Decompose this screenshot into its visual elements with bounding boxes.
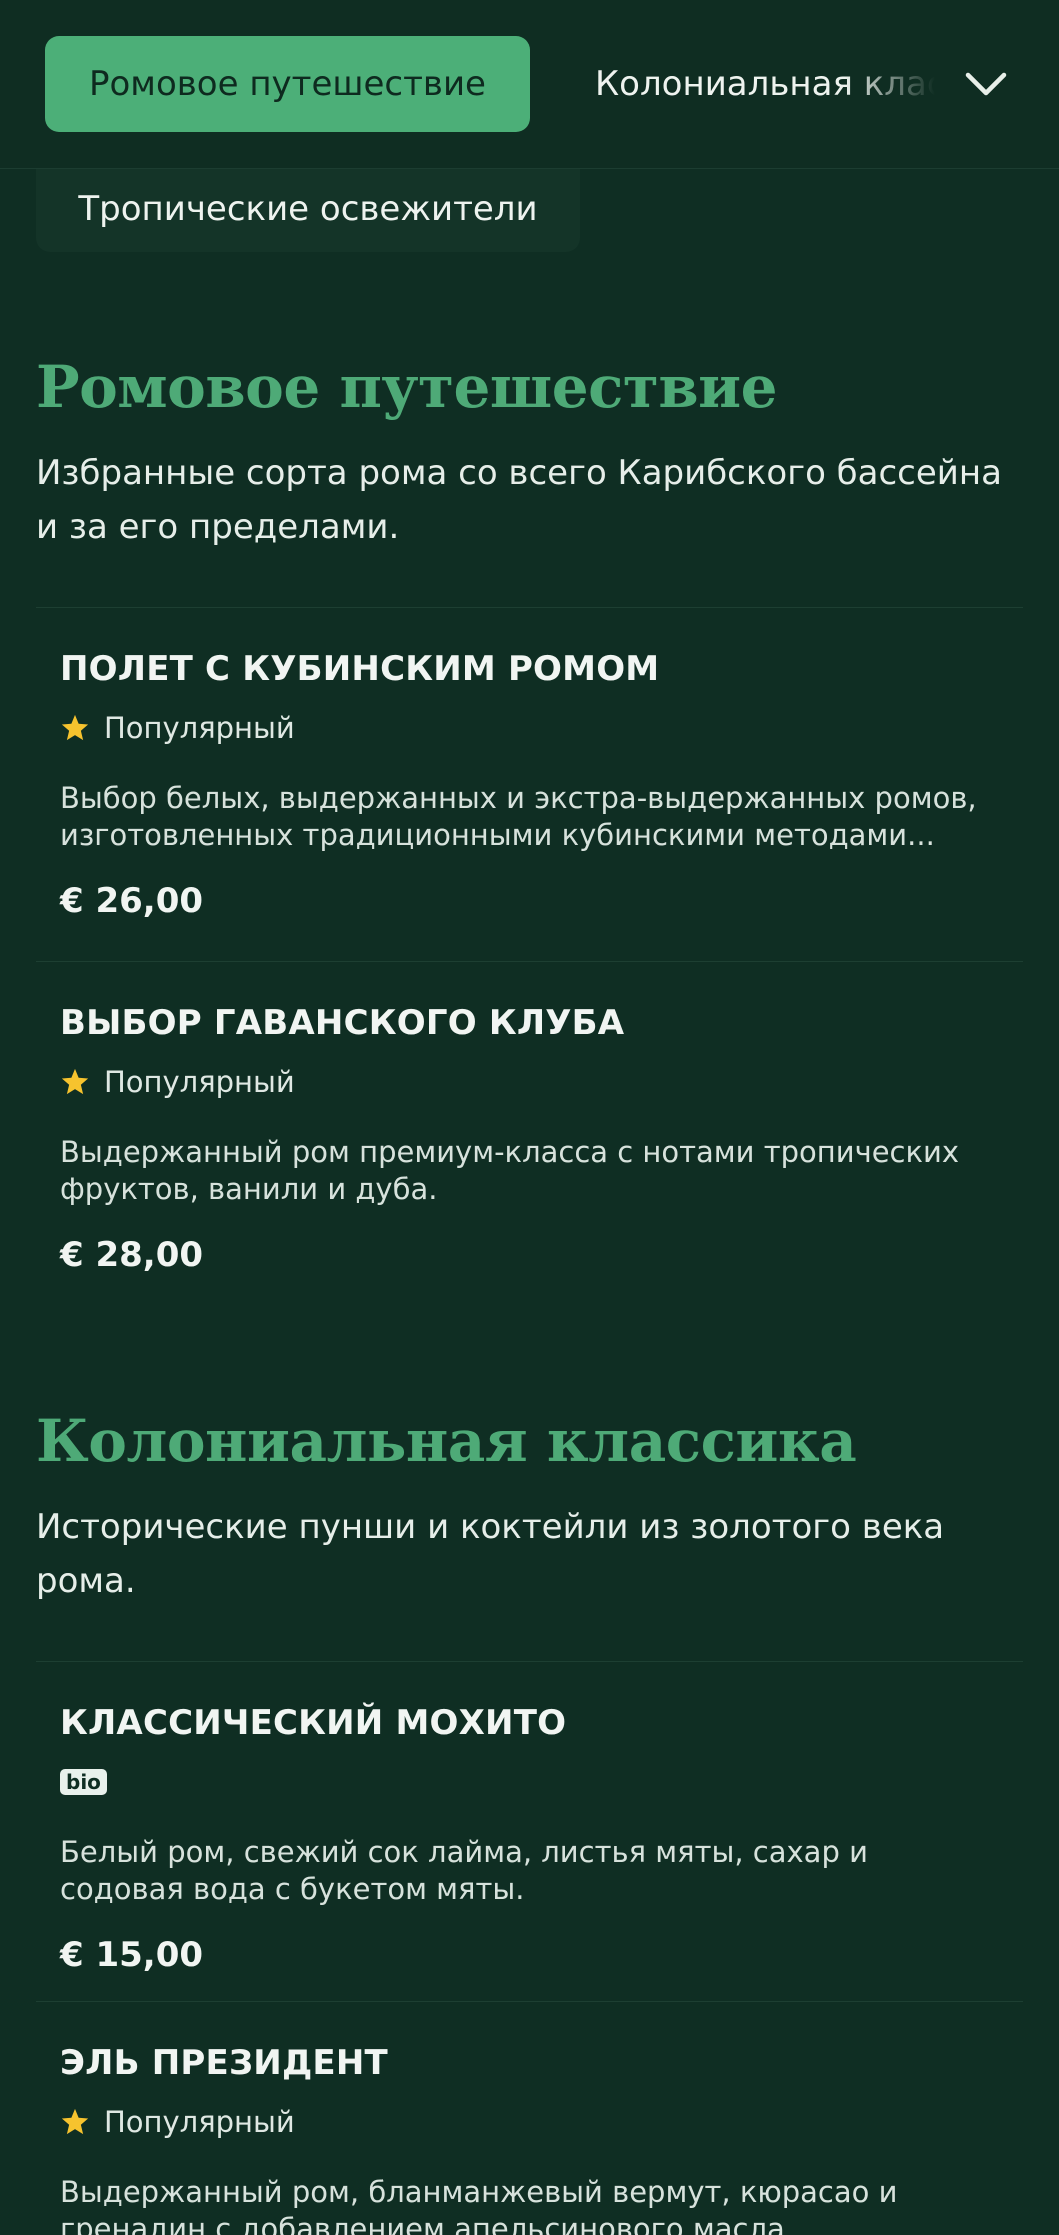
star-icon bbox=[61, 2108, 89, 2134]
chevron-down-icon[interactable] bbox=[960, 58, 1012, 110]
category-tab-label: Ромовое путешествие bbox=[89, 64, 486, 104]
menu-item[interactable]: КЛАССИЧЕСКИЙ МОХИТО bio Белый ром, свежи… bbox=[36, 1660, 1023, 2001]
popular-badge: Популярный bbox=[60, 2102, 999, 2142]
item-price: € 28,00 bbox=[60, 1234, 204, 1275]
item-price: € 26,00 bbox=[60, 880, 204, 921]
item-name: ВЫБОР ГАВАНСКОГО КЛУБА bbox=[60, 1002, 625, 1043]
menu-item[interactable]: ЭЛЬ ПРЕЗИДЕНТ Популярный Выдержанный ром… bbox=[36, 2000, 1023, 2235]
badge-label: Популярный bbox=[104, 2104, 295, 2139]
popular-badge: Популярный bbox=[60, 708, 999, 748]
category-tab-tropical[interactable]: Тропические освежители bbox=[36, 166, 580, 252]
item-description: Выдержанный ром премиум-класса с нотами … bbox=[60, 1134, 960, 1206]
menu-page: Тропические освежители Ромовое путешеств… bbox=[0, 0, 1059, 2235]
badge-label: Популярный bbox=[104, 1064, 295, 1099]
menu-item[interactable]: ВЫБОР ГАВАНСКОГО КЛУБА Популярный Выдерж… bbox=[36, 960, 1023, 1315]
item-description: Выдержанный ром, бланманжевый вермут, кю… bbox=[60, 2174, 898, 2235]
popular-badge: Популярный bbox=[60, 1062, 999, 1102]
star-icon bbox=[61, 714, 89, 740]
bio-label: bio bbox=[60, 1768, 107, 1795]
item-name: ЭЛЬ ПРЕЗИДЕНТ bbox=[60, 2042, 388, 2083]
bio-badge: bio bbox=[60, 1762, 999, 1802]
section-description: Избранные сорта рома со всего Карибского… bbox=[36, 452, 1002, 547]
category-tab-label: Колониальная классика bbox=[595, 64, 935, 104]
badge-label: Популярный bbox=[104, 710, 295, 745]
section-title: Ромовое путешествие bbox=[36, 353, 778, 421]
item-description: Белый ром, свежий сок лайма, листья мяты… bbox=[60, 1834, 868, 1906]
section-description: Исторические пунши и коктейли из золотог… bbox=[36, 1506, 945, 1601]
category-nav: Ромовое путешествие Колониальная классик… bbox=[0, 0, 1059, 169]
menu-section-colonial-classics: Колониальная классика Исторические пунши… bbox=[36, 1407, 1023, 2235]
category-tab-label: Тропические освежители bbox=[78, 189, 538, 229]
item-name: КЛАССИЧЕСКИЙ МОХИТО bbox=[60, 1702, 567, 1743]
menu-section-rum-journey: Ромовое путешествие Избранные сорта рома… bbox=[36, 353, 1023, 1315]
category-tab-colonial-classics[interactable]: Колониальная классика bbox=[575, 36, 935, 132]
star-icon bbox=[61, 1068, 89, 1094]
menu-item[interactable]: ПОЛЕТ С КУБИНСКИМ РОМОМ Популярный Выбор… bbox=[36, 606, 1023, 961]
item-name: ПОЛЕТ С КУБИНСКИМ РОМОМ bbox=[60, 648, 660, 689]
section-title: Колониальная классика bbox=[36, 1407, 857, 1475]
item-description: Выбор белых, выдержанных и экстра-выдерж… bbox=[60, 780, 977, 852]
category-tab-rum-journey[interactable]: Ромовое путешествие bbox=[45, 36, 530, 132]
item-price: € 15,00 bbox=[60, 1934, 204, 1975]
